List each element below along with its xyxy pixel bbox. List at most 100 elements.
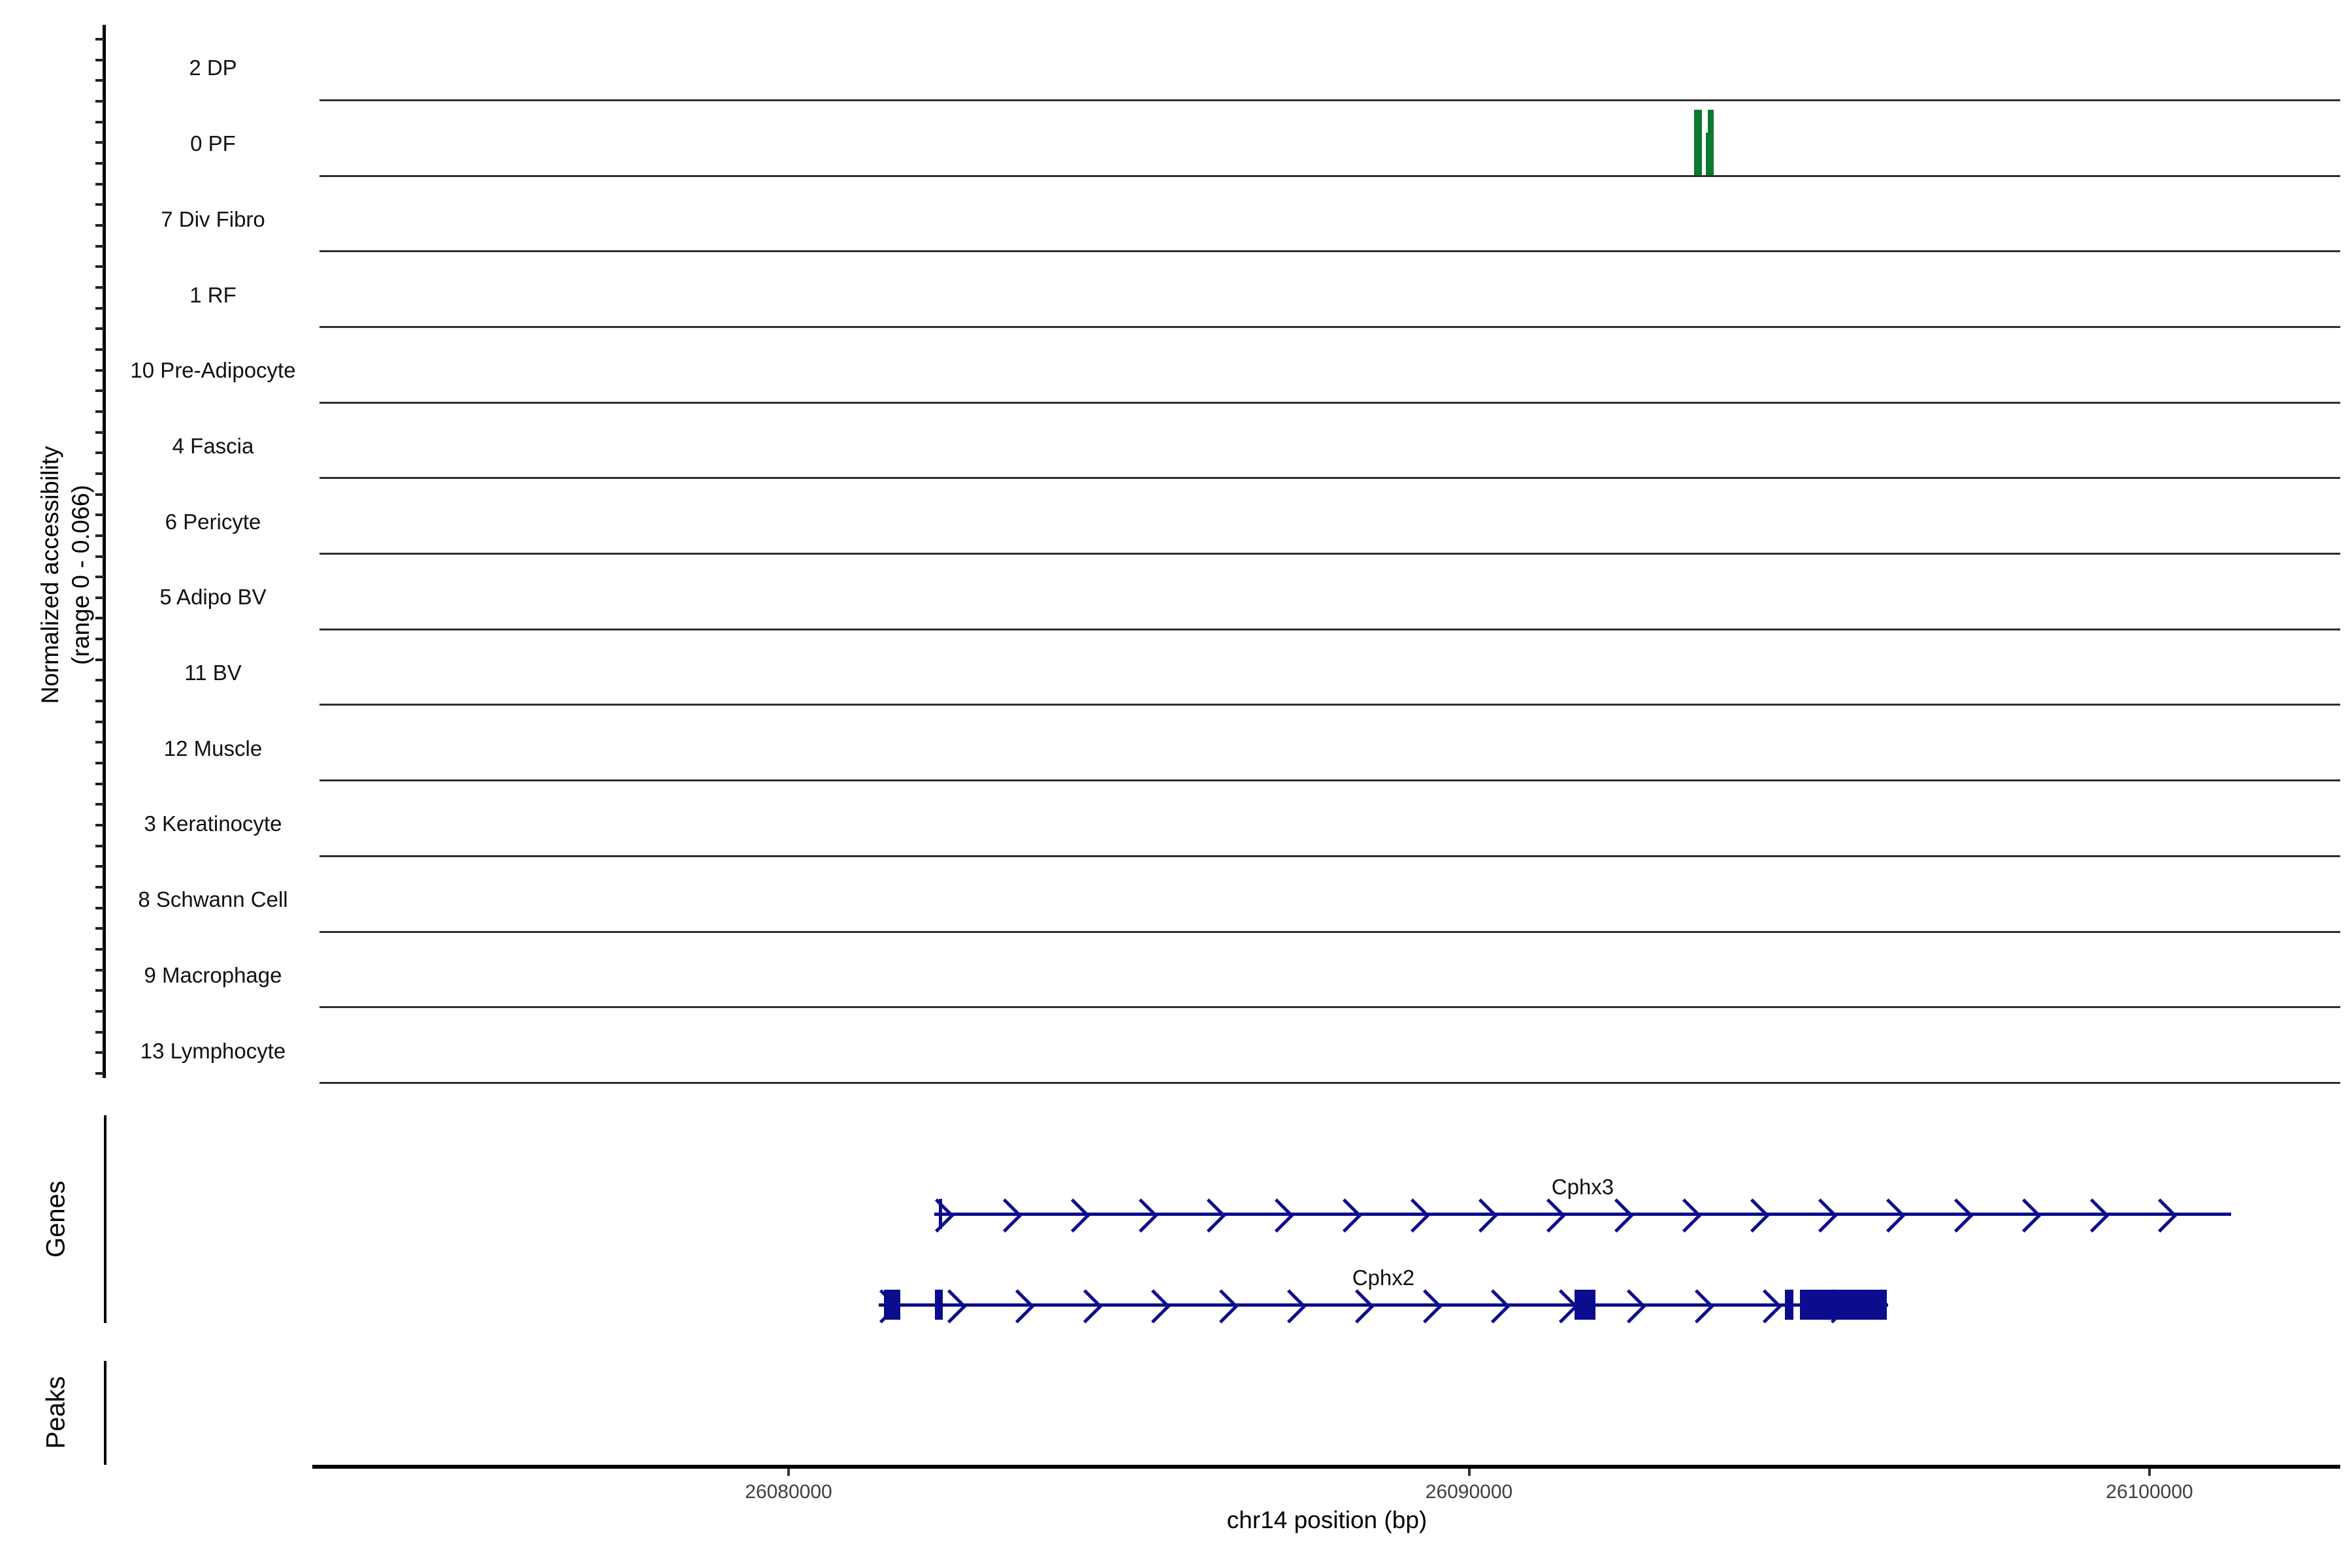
y-axis-tick (95, 741, 105, 743)
y-axis-tick (95, 927, 105, 930)
peaks-section-label: Peaks (42, 1376, 71, 1448)
track-separator (319, 779, 2340, 781)
track-label: 1 RF (189, 283, 237, 308)
y-axis-tick (95, 203, 105, 206)
y-axis-tick (95, 265, 105, 268)
y-axis-tick (95, 721, 105, 723)
strand-arrow-icon (1463, 1198, 1497, 1232)
y-axis-tick (95, 762, 105, 764)
y-axis-tick (95, 948, 105, 951)
y-axis-tick (95, 555, 105, 558)
track-separator (319, 477, 2340, 479)
strand-arrow-icon (1068, 1289, 1102, 1323)
y-axis-tick (95, 472, 105, 475)
strand-arrow-icon (988, 1198, 1022, 1232)
exon-box (884, 1290, 900, 1320)
x-axis-tick (2148, 1469, 2151, 1476)
strand-arrow-icon (1000, 1289, 1034, 1323)
y-axis-tick (95, 886, 105, 889)
y-axis-tick (95, 803, 105, 806)
y-axis-tick (95, 824, 105, 826)
strand-arrow-icon (2143, 1198, 2177, 1232)
x-axis-line (312, 1465, 2340, 1469)
track-separator (319, 553, 2340, 555)
y-axis-tick (95, 389, 105, 392)
track-separator (319, 855, 2340, 857)
y-axis-tick (95, 845, 105, 847)
strand-arrow-icon (1803, 1198, 1837, 1232)
y-axis-tick (95, 907, 105, 909)
y-axis-label-line2: (range 0 - 0.066) (65, 446, 96, 704)
y-axis-tick (95, 989, 105, 992)
strand-arrow-icon (1272, 1289, 1306, 1323)
x-axis-tick-label: 26090000 (1426, 1481, 1512, 1503)
track-label: 8 Schwann Cell (138, 887, 287, 912)
strand-arrow-icon (2075, 1198, 2109, 1232)
exon-box (935, 1290, 943, 1320)
y-axis-tick (95, 1031, 105, 1034)
track-separator (319, 931, 2340, 933)
strand-arrow-icon (1680, 1289, 1714, 1323)
strand-arrow-icon (1204, 1289, 1238, 1323)
strand-arrow-icon (1056, 1198, 1090, 1232)
y-axis-tick (95, 493, 105, 496)
exon-box (1575, 1290, 1595, 1320)
track-separator (319, 402, 2340, 404)
y-axis-tick (95, 224, 105, 227)
y-axis-tick (95, 59, 105, 61)
y-axis-tick (95, 431, 105, 434)
y-axis-tick (95, 183, 105, 186)
y-axis-tick (95, 79, 105, 82)
strand-arrow-icon (1544, 1289, 1578, 1323)
strand-arrow-icon (1612, 1289, 1646, 1323)
y-axis-tick (95, 576, 105, 578)
track-separator (319, 704, 2340, 706)
strand-arrow-icon (1328, 1198, 1362, 1232)
strand-arrow-icon (920, 1198, 954, 1232)
x-axis-tick (787, 1469, 790, 1476)
track-separator (319, 99, 2340, 101)
gene-name-label: Cphx2 (1352, 1266, 1414, 1290)
exon-box (1800, 1290, 1887, 1320)
y-axis-tick (95, 534, 105, 537)
y-axis-tick (95, 783, 105, 785)
y-axis-tick (95, 617, 105, 619)
track-separator (319, 629, 2340, 630)
strand-arrow-icon (1396, 1198, 1429, 1232)
track-separator (319, 1082, 2340, 1084)
track-label: 5 Adipo BV (159, 585, 266, 610)
y-axis-tick (95, 245, 105, 248)
track-label: 3 Keratinocyte (144, 811, 282, 836)
track-label: 6 Pericyte (165, 510, 261, 534)
y-axis-tick (95, 596, 105, 599)
track-label: 9 Macrophage (144, 963, 282, 988)
y-axis-tick (95, 100, 105, 103)
track-label: 10 Pre-Adipocyte (130, 358, 295, 383)
strand-arrow-icon (1260, 1198, 1294, 1232)
track-label: 7 Div Fibro (161, 207, 265, 232)
y-axis-tick (95, 451, 105, 454)
exon-box (939, 1199, 942, 1229)
peaks-bracket (104, 1361, 106, 1465)
genes-section-label: Genes (42, 1181, 71, 1258)
signal-peak-bar (1708, 110, 1714, 175)
y-axis-tick (95, 659, 105, 661)
y-axis-tick (95, 121, 105, 123)
strand-arrow-icon (1599, 1198, 1633, 1232)
strand-arrow-icon (1871, 1198, 1905, 1232)
strand-arrow-icon (1476, 1289, 1510, 1323)
strand-arrow-icon (1748, 1289, 1782, 1323)
y-axis-tick (95, 865, 105, 868)
strand-arrow-icon (1136, 1289, 1170, 1323)
track-label: 11 BV (184, 661, 241, 685)
strand-arrow-icon (1939, 1198, 1973, 1232)
y-axis-tick (95, 162, 105, 165)
y-axis-tick (95, 369, 105, 372)
track-label: 12 Muscle (164, 736, 262, 761)
track-separator (319, 326, 2340, 328)
strand-arrow-icon (1408, 1289, 1442, 1323)
track-label: 0 PF (190, 131, 236, 156)
y-axis-tick (95, 700, 105, 702)
genome-track-figure: Normalized accessibility (range 0 - 0.06… (0, 0, 2352, 1568)
exon-box (1785, 1290, 1793, 1320)
